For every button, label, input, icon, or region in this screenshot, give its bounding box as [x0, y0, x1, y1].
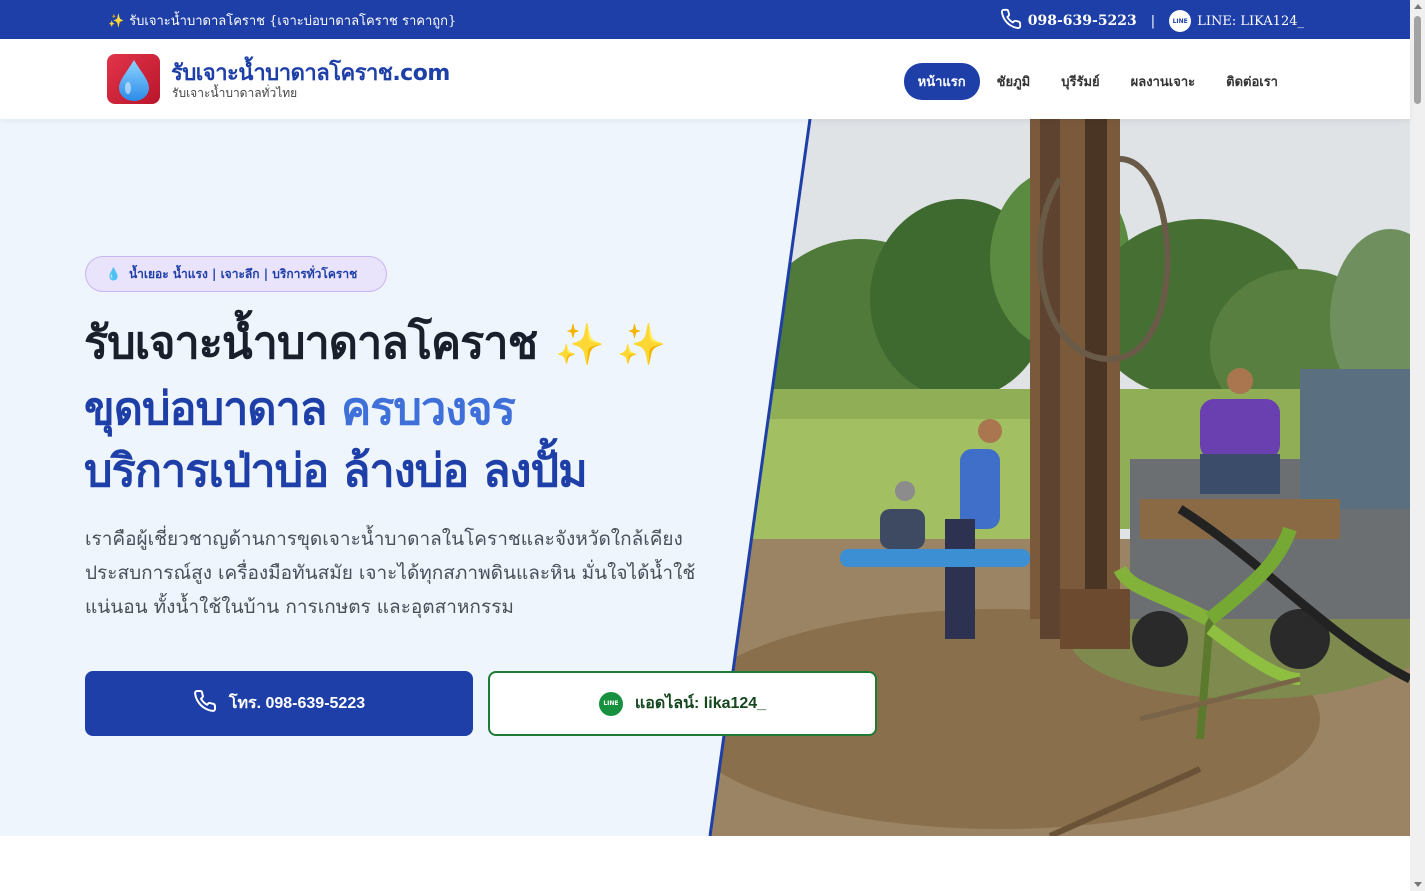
sparkle-icon: ✨ ✨: [555, 322, 667, 368]
call-button-label: โทร. 098-639-5223: [228, 695, 366, 712]
promo-text: รับเจาะน้ำบาดาลโคราช {เจาะบ่อบาดาลโคราช …: [129, 14, 457, 29]
hero-title-line2: ขุดบ่อบาดาล ครบวงจร: [84, 386, 516, 431]
scroll-down-icon[interactable]: [1414, 882, 1422, 887]
nav-item-contact[interactable]: ติดต่อเรา: [1212, 63, 1292, 100]
nav-item-buriram[interactable]: บุรีรัมย์: [1047, 63, 1113, 100]
scrollbar-thumb[interactable]: [1414, 16, 1421, 104]
line-button-label: แอดไลน์: lika124_: [634, 695, 767, 712]
hero-title-line1: รับเจาะน้ำบาดาลโคราช ✨ ✨: [84, 320, 667, 368]
hero-title-line3: บริการเป่าบ่อ ล้างบ่อ ลงปั้ม: [84, 444, 588, 497]
page-scrollbar[interactable]: [1410, 0, 1425, 891]
hero-description: เราคือผู้เชี่ยวชาญด้านการขุดเจาะน้ำบาดาล…: [85, 528, 696, 618]
hero-pill-text: น้ำเยอะ น้ำแรง | เจาะลึก | บริการทั่วโคร…: [128, 266, 358, 281]
topbar-contacts: 098-639-5223 | LINE LINE: LIKA124_: [1000, 8, 1304, 34]
sparkle-icon: ✨: [108, 14, 125, 29]
nav-item-portfolio[interactable]: ผลงานเจาะ: [1117, 63, 1209, 100]
phone-icon: [1000, 8, 1022, 34]
line-icon: LINE: [1169, 10, 1192, 32]
topbar-separator: |: [1150, 13, 1156, 29]
scroll-up-icon[interactable]: [1414, 4, 1422, 9]
line-badge-text: LINE: [1172, 17, 1188, 25]
topbar-phone-link[interactable]: 098-639-5223: [1028, 13, 1137, 29]
hero-title-text: รับเจาะน้ำบาดาลโคราช: [84, 316, 538, 369]
line-badge-text: LINE: [603, 700, 619, 707]
hero-feature-pill: 💧 น้ำเยอะ น้ำแรง | เจาะลึก | บริการทั่วโ…: [85, 256, 387, 292]
hero-title-line2-a: ขุดบ่อบาดาล: [84, 382, 327, 435]
hero-section: 💧 น้ำเยอะ น้ำแรง | เจาะลึก | บริการทั่วโ…: [0, 119, 1410, 836]
promo-text-wrap: ✨ รับเจาะน้ำบาดาลโคราช {เจาะบ่อบาดาลโคราช…: [108, 10, 456, 31]
line-add-button[interactable]: LINE แอดไลน์: lika124_: [488, 671, 877, 736]
main-nav: หน้าแรก ชัยภูมิ บุรีรัมย์ ผลงานเจาะ ติดต…: [901, 63, 1292, 100]
site-header: รับเจาะน้ำบาดาลโคราช.com รับเจาะน้ำบาดาล…: [0, 39, 1410, 119]
water-drop-icon[interactable]: [107, 54, 160, 104]
nav-item-chaiyaphum[interactable]: ชัยภูมิ: [983, 63, 1045, 100]
hero-title-line2-b: ครบวงจร: [341, 382, 516, 435]
line-icon: LINE: [598, 691, 623, 716]
nav-item-home[interactable]: หน้าแรก: [903, 63, 980, 100]
topbar-line-link[interactable]: LINE: LIKA124_: [1197, 14, 1304, 29]
droplet-icon: 💧: [106, 267, 121, 281]
call-button[interactable]: โทร. 098-639-5223: [85, 671, 473, 736]
phone-icon: [193, 689, 229, 718]
brand-tagline: รับเจาะน้ำบาดาลทั่วไทย: [172, 86, 298, 100]
top-bar: ✨ รับเจาะน้ำบาดาลโคราช {เจาะบ่อบาดาลโคราช…: [0, 0, 1410, 39]
